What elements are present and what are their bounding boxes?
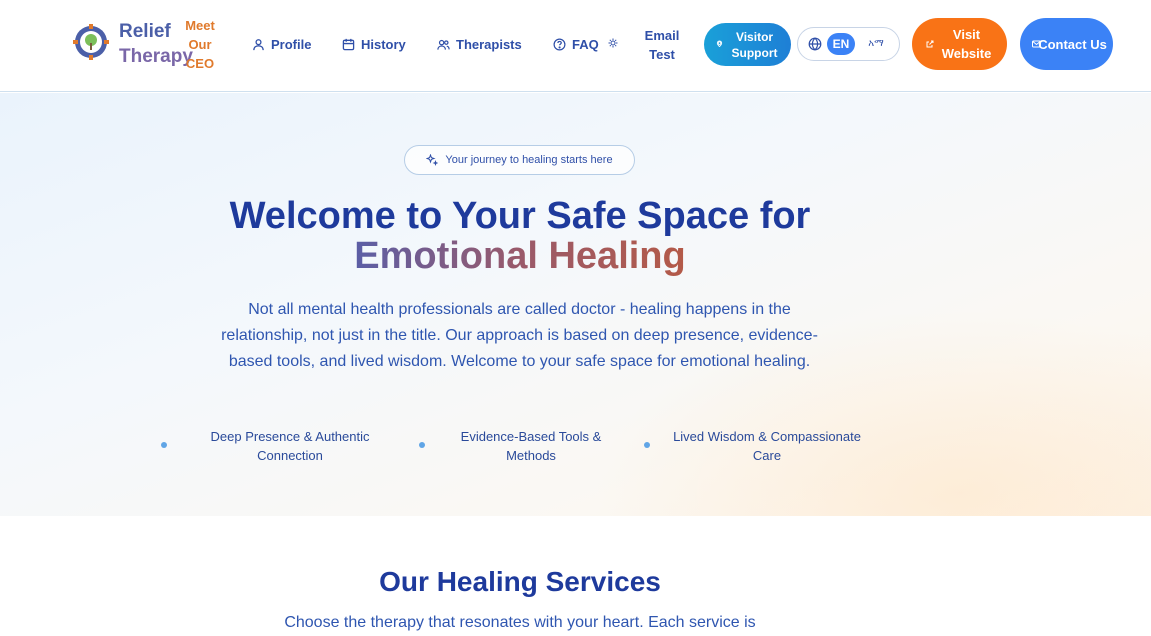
mail-icon [1032, 40, 1041, 48]
feature-bullet-dot [419, 442, 425, 448]
hero-title: Welcome to Your Safe Space for [229, 195, 811, 237]
feature-item-3: Lived Wisdom & Compassionate Care [673, 429, 861, 463]
map-pin-icon [716, 40, 723, 47]
relief-therapy-logo-icon[interactable] [73, 24, 109, 60]
site-header: Relief Therapy Meet Our CEO Profile Hist… [0, 0, 1151, 92]
nav-email-test[interactable]: Email Test [608, 26, 682, 64]
external-link-icon [926, 40, 934, 48]
language-am-button[interactable]: አማ [865, 33, 887, 55]
contact-us-label: Contact Us [1038, 36, 1107, 52]
nav-faq[interactable]: FAQ [553, 34, 599, 54]
visitor-support-label: Visitor Support [731, 29, 778, 60]
nav-profile-label: Profile [271, 36, 312, 52]
hero-title-accent: Emotional Healing [160, 236, 880, 276]
nav-therapists-label: Therapists [456, 36, 522, 52]
hero-section: Your journey to healing starts here Welc… [0, 93, 1151, 516]
feature-bullet-dot [644, 442, 650, 448]
feature-bullet-dot [161, 442, 167, 448]
nav-faq-label: FAQ [572, 36, 599, 52]
services-title: Our Healing Services [379, 566, 661, 597]
services-subtitle: Choose the therapy that resonates with y… [284, 614, 756, 631]
visit-website-button[interactable]: Visit Website [912, 18, 1007, 70]
help-circle-icon [553, 38, 566, 50]
hero-badge: Your journey to healing starts here [404, 145, 635, 175]
nav-history-label: History [361, 36, 406, 52]
nav-history[interactable]: History [342, 34, 406, 54]
language-en-button[interactable]: EN [827, 33, 855, 55]
sparkles-icon [426, 154, 439, 166]
user-icon [253, 38, 264, 50]
globe-icon [808, 37, 822, 51]
users-icon [437, 39, 450, 50]
visitor-support-button[interactable]: Visitor Support [704, 23, 791, 66]
nav-email-test-label: Email Test [644, 28, 680, 62]
meet-ceo-link[interactable]: Meet Our CEO [181, 16, 219, 73]
nav-profile[interactable]: Profile [252, 34, 311, 54]
feature-item-2: Evidence-Based Tools & Methods [460, 429, 602, 463]
nav-therapists[interactable]: Therapists [437, 34, 522, 54]
contact-us-button[interactable]: Contact Us [1020, 18, 1113, 70]
hero-badge-text: Your journey to healing starts here [445, 154, 613, 166]
language-switcher: EN አማ [797, 27, 900, 61]
feature-item-1: Deep Presence & Authentic Connection [210, 429, 370, 463]
gear-icon [608, 38, 618, 48]
hero-description: Not all mental health professionals are … [221, 301, 818, 370]
visit-website-label: Visit Website [941, 27, 992, 61]
calendar-icon [342, 38, 355, 50]
hero-title-accent-text: Emotional Healing [354, 236, 686, 276]
